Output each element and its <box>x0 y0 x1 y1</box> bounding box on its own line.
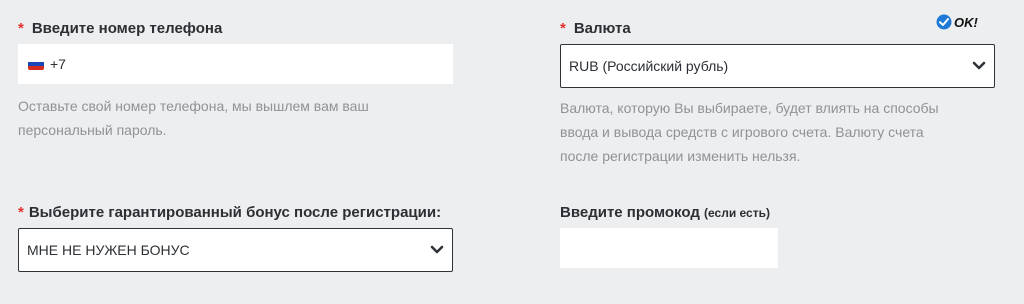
phone-help-line: Оставьте свой номер телефона, мы вышлем … <box>18 98 369 114</box>
phone-help-line: персональный пароль. <box>18 122 167 138</box>
currency-field-group: * Валюта RUB (Российский рубль) Валюта, к… <box>560 0 1000 170</box>
phone-prefix: +7 <box>50 56 66 72</box>
required-mark: * <box>18 20 24 37</box>
phone-label-text: Введите номер телефона <box>31 20 223 37</box>
chevron-down-icon <box>972 61 986 70</box>
currency-select[interactable]: RUB (Российский рубль) <box>560 44 995 88</box>
required-mark: * <box>18 204 24 221</box>
currency-help-line: после регистрации изменить нельзя. <box>560 148 801 164</box>
phone-label: * Введите номер телефона <box>18 20 222 38</box>
promo-input[interactable] <box>560 228 778 268</box>
currency-help-line: Валюта, которую Вы выбираете, будет влия… <box>560 100 939 116</box>
promo-field-group: Введите промокод (если есть) <box>560 200 1000 280</box>
phone-input[interactable]: +7 <box>18 44 453 84</box>
currency-label-text: Валюта <box>573 20 631 37</box>
promo-label-note: (если есть) <box>704 206 770 220</box>
bonus-field-group: * Выберите гарантированный бонус после ре… <box>18 200 458 280</box>
promo-label: Введите промокод (если есть) <box>560 204 770 222</box>
check-circle-icon <box>936 14 952 30</box>
phone-help-text: Оставьте свой номер телефона, мы вышлем … <box>18 94 369 142</box>
currency-help-line: ввода и вывода средств с игрового счета.… <box>560 124 924 140</box>
required-mark: * <box>560 20 566 37</box>
russia-flag-icon <box>28 58 44 70</box>
chevron-down-icon <box>430 245 444 254</box>
bonus-label-text: Выберите гарантированный бонус после рег… <box>28 204 442 221</box>
phone-field-group: * Введите номер телефона +7 Оставьте свой… <box>18 0 458 150</box>
bonus-label: * Выберите гарантированный бонус после ре… <box>18 204 441 222</box>
currency-selected-value: RUB (Российский рубль) <box>569 58 729 74</box>
bonus-selected-value: МНЕ НЕ НУЖЕН БОНУС <box>27 242 190 258</box>
bonus-select[interactable]: МНЕ НЕ НУЖЕН БОНУС <box>18 228 453 272</box>
promo-label-text: Введите промокод <box>560 204 700 221</box>
currency-help-text: Валюта, которую Вы выбираете, будет влия… <box>560 96 939 168</box>
ok-badge: OK! <box>936 14 978 30</box>
ok-badge-text: OK! <box>954 15 978 30</box>
currency-label: * Валюта <box>560 20 631 38</box>
